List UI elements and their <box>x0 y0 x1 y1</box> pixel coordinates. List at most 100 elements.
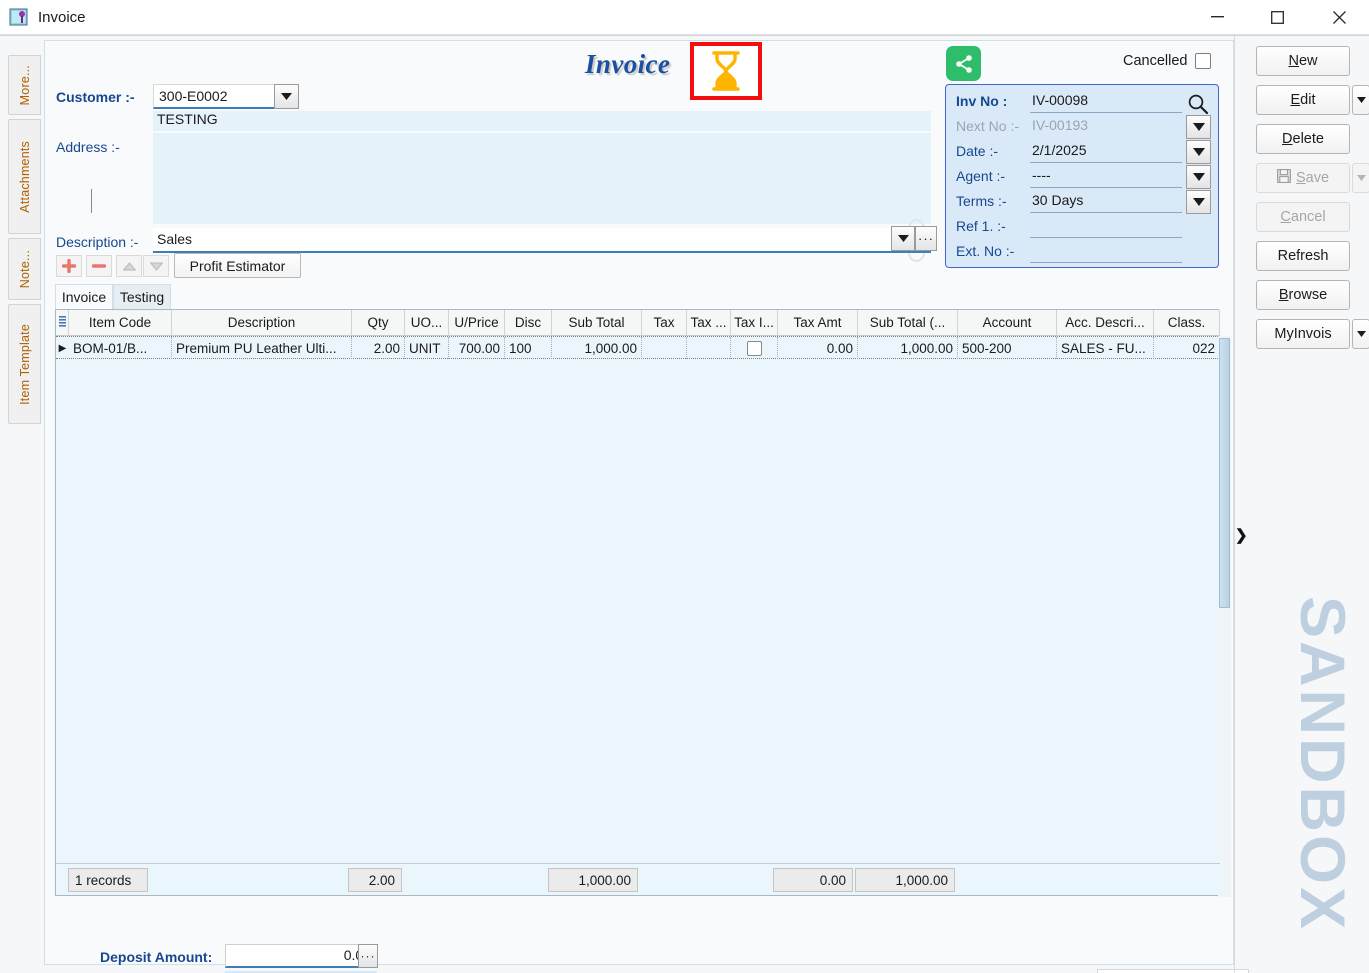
info-row-5: Ref 1. :- <box>946 214 1220 239</box>
cell-12[interactable]: 500-200 <box>958 337 1057 359</box>
button-label: Refresh <box>1278 248 1329 264</box>
sandbox-watermark: SANDBOX <box>1238 596 1358 926</box>
cell-0[interactable]: BOM-01/B... <box>69 337 172 359</box>
maximize-button[interactable] <box>1249 0 1305 34</box>
customer-dropdown-button[interactable] <box>274 84 299 109</box>
info-row-value[interactable]: IV-00193 <box>1030 117 1182 138</box>
column-header-6[interactable]: Sub Total <box>552 310 642 335</box>
line-items-grid: Item CodeDescriptionQtyUO...U/PriceDiscS… <box>55 309 1219 896</box>
browse-button[interactable]: Browse <box>1256 280 1350 310</box>
chevron-down-icon[interactable] <box>1186 115 1211 139</box>
description-value: Sales <box>157 231 192 247</box>
column-header-7[interactable]: Tax <box>642 310 687 335</box>
chevron-right-icon[interactable]: ❯ <box>1235 526 1248 544</box>
edit-dropdown-button[interactable] <box>1352 85 1369 115</box>
grid-column-chooser-icon[interactable] <box>56 310 69 335</box>
right-pane-divider <box>1234 36 1235 973</box>
column-header-14[interactable]: Class. <box>1154 310 1220 335</box>
column-header-0[interactable]: Item Code <box>69 310 172 335</box>
myinvois-dropdown-button[interactable] <box>1352 319 1369 349</box>
new-button[interactable]: New <box>1256 46 1350 76</box>
sidebar-item-more[interactable]: More... <box>8 55 41 115</box>
cancelled-checkbox[interactable] <box>1195 53 1211 69</box>
tab-testing[interactable]: Testing <box>113 284 171 309</box>
description-ellipsis-button[interactable]: ··· <box>915 226 937 251</box>
column-header-10[interactable]: Tax Amt <box>778 310 858 335</box>
grid-vertical-scrollbar[interactable] <box>1218 336 1231 897</box>
deposit-ellipsis-button[interactable]: ··· <box>358 944 378 968</box>
sidebar-item-item-template[interactable]: Item Template <box>8 304 41 424</box>
move-row-up-button[interactable] <box>116 255 142 277</box>
tab-invoice[interactable]: Invoice <box>55 284 113 309</box>
customer-code-input[interactable]: 300-E0002 <box>153 84 275 109</box>
info-row-label: Ext. No :- <box>956 243 1014 259</box>
cell-8[interactable] <box>687 337 731 359</box>
info-row-0: Inv No : IV-00098 <box>946 89 1220 114</box>
deposit-amount-input[interactable]: 0.00 <box>225 944 377 968</box>
column-header-4[interactable]: U/Price <box>449 310 505 335</box>
info-row-value[interactable]: ---- <box>1030 167 1182 188</box>
table-row[interactable]: ▶ BOM-01/B...Premium PU Leather Ulti...2… <box>56 336 1220 359</box>
sidebar-item-note[interactable]: Note... <box>8 238 41 300</box>
tax-inclusive-checkbox[interactable] <box>731 337 778 359</box>
column-header-12[interactable]: Account <box>958 310 1057 335</box>
info-row-value[interactable]: 30 Days <box>1030 192 1182 213</box>
cell-11[interactable]: 1,000.00 <box>858 337 958 359</box>
column-header-11[interactable]: Sub Total (... <box>858 310 958 335</box>
column-header-9[interactable]: Tax I... <box>731 310 778 335</box>
info-row-value[interactable]: 2/1/2025 <box>1030 142 1182 163</box>
footer-cell-2: 1,000.00 <box>548 868 638 892</box>
share-icon[interactable] <box>946 46 981 81</box>
cell-4[interactable]: 700.00 <box>449 337 505 359</box>
cell-1[interactable]: Premium PU Leather Ulti... <box>172 337 352 359</box>
edit-button[interactable]: Edit <box>1256 85 1350 115</box>
column-header-13[interactable]: Acc. Descri... <box>1057 310 1154 335</box>
sidebar-item-attachments[interactable]: Attachments <box>8 119 41 234</box>
column-header-8[interactable]: Tax ... <box>687 310 731 335</box>
footer-cell-3: 0.00 <box>773 868 853 892</box>
minimize-button[interactable] <box>1189 0 1245 34</box>
chevron-down-icon[interactable] <box>1186 140 1211 164</box>
column-header-5[interactable]: Disc <box>505 310 552 335</box>
chevron-down-icon[interactable] <box>1186 165 1211 189</box>
hourglass-icon[interactable] <box>690 42 762 100</box>
column-header-3[interactable]: UO... <box>405 310 449 335</box>
cell-14[interactable]: 022 <box>1154 337 1220 359</box>
refresh-button[interactable]: Refresh <box>1256 241 1350 271</box>
column-header-2[interactable]: Qty <box>352 310 405 335</box>
cell-7[interactable] <box>642 337 687 359</box>
cancelled-checkbox-group[interactable]: Cancelled <box>1123 53 1211 69</box>
cell-2[interactable]: 2.00 <box>352 337 405 359</box>
cell-13[interactable]: SALES - FU... <box>1057 337 1154 359</box>
myinvois-button[interactable]: MyInvois <box>1256 319 1350 349</box>
cell-3[interactable]: UNIT <box>405 337 449 359</box>
info-row-label: Inv No : <box>956 93 1007 109</box>
cell-6[interactable]: 1,000.00 <box>552 337 642 359</box>
chevron-down-icon[interactable] <box>1186 190 1211 214</box>
move-row-down-button[interactable] <box>143 255 169 277</box>
net-total-input[interactable]: 1,000.00 <box>1097 969 1249 973</box>
column-header-1[interactable]: Description <box>172 310 352 335</box>
info-row-value[interactable] <box>1030 242 1182 263</box>
remove-row-button[interactable] <box>86 255 112 277</box>
save-dropdown-button <box>1352 163 1369 193</box>
customer-name-value: TESTING <box>153 111 931 131</box>
delete-button[interactable]: Delete <box>1256 124 1350 154</box>
cell-10[interactable]: 0.00 <box>778 337 858 359</box>
close-button[interactable] <box>1311 0 1367 34</box>
ellipsis-icon: ··· <box>361 950 376 962</box>
page-title: Invoice <box>585 49 670 80</box>
info-row-label: Ref 1. :- <box>956 218 1006 234</box>
cell-5[interactable]: 100 <box>505 337 552 359</box>
address-input[interactable] <box>153 133 931 224</box>
profit-estimator-button[interactable]: Profit Estimator <box>174 253 301 278</box>
description-input[interactable]: Sales <box>153 228 931 253</box>
add-row-button[interactable] <box>56 255 82 277</box>
grid-scrollbar-thumb[interactable] <box>1219 338 1230 608</box>
save-disk-icon <box>1277 169 1291 187</box>
info-row-2: Date :-2/1/2025 <box>946 139 1220 164</box>
info-row-value[interactable]: IV-00098 <box>1030 92 1182 113</box>
ellipsis-icon: ··· <box>918 232 934 245</box>
info-row-value[interactable] <box>1030 217 1182 238</box>
description-dropdown-button[interactable] <box>891 226 915 251</box>
